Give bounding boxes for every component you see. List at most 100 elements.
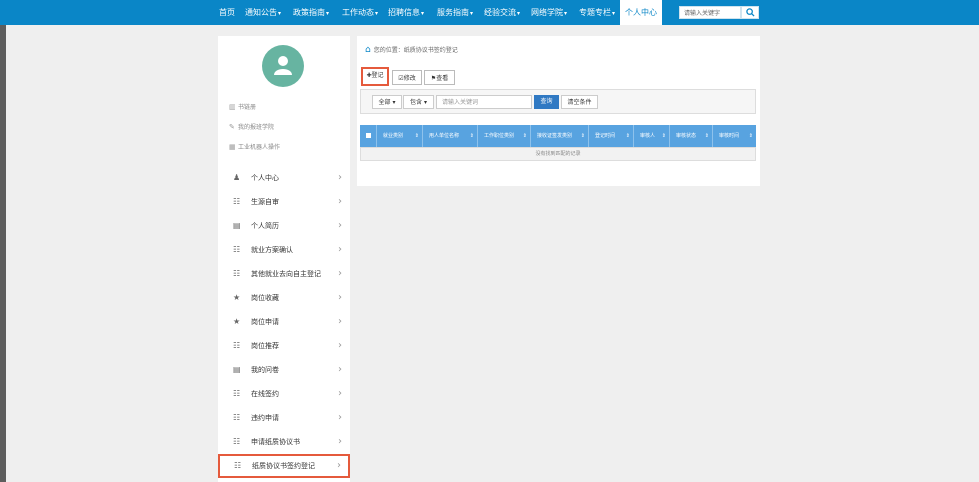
chevron-down-icon: ▾ [564,10,568,17]
sort-icon: ⇕ [661,133,666,139]
column-header[interactable]: 用人单位名称 ⇕ [423,125,478,147]
nav-work-news[interactable]: 工作动态▾ [342,0,378,25]
star-icon: ★ [233,317,241,326]
chevron-right-icon: › [338,436,342,447]
chevron-down-icon: ▾ [326,10,330,17]
sort-icon: ⇕ [522,133,527,139]
star-icon: ★ [233,293,241,302]
person-icon: ♟ [233,173,241,182]
table-header: 就业类别 ⇕ 用人单位名称 ⇕ 工作职位类别 ⇕ 接收证签发类别 ⇕ 登记时间 ⇕ 审核人… [360,125,756,147]
clear-filters-button[interactable]: 清空条件 [561,95,598,109]
column-header[interactable]: 就业类别 ⇕ [377,125,423,147]
register-button[interactable]: ✚登记 [361,67,389,86]
sort-icon: ⇕ [748,133,753,139]
list-icon: ☷ [233,245,241,254]
chevron-right-icon: › [338,388,342,399]
sidebar: ▥ 书链册 ✎ 我的报班学院 ▦ 工业机器人操作 ♟ 个人中心 › ☷ 生源自审 › ▤ 个人简… [218,36,350,482]
nav-notices[interactable]: 通知公告▾ [245,0,281,25]
list-icon: ☷ [233,197,241,206]
nav-home[interactable]: 首页 [219,0,235,25]
search-input[interactable]: 请输入关键字 [679,6,741,19]
chevron-down-icon: ▾ [421,10,425,17]
sidebar-item-other-register[interactable]: ☷ 其他就业去向自主登记 › [229,265,349,283]
quick-link-2[interactable]: ✎ 我的报班学院 [229,122,274,131]
nav-personal-center[interactable]: 个人中心 [620,0,662,25]
chevron-right-icon: › [338,412,342,423]
sidebar-item-personal-center[interactable]: ♟ 个人中心 › [229,169,349,187]
chevron-right-icon: › [338,292,342,303]
column-header[interactable]: 登记时间 ⇕ [589,125,634,147]
sort-icon: ⇕ [580,133,585,139]
view-button[interactable]: ⚑查看 [424,70,455,85]
chevron-down-icon: ▾ [423,99,427,106]
select-all-checkbox[interactable] [366,133,371,138]
chevron-right-icon: › [338,340,342,351]
chevron-right-icon: › [338,268,342,279]
quick-link-1[interactable]: ▥ 书链册 [229,102,256,111]
column-header[interactable]: 审核人 ⇕ [634,125,670,147]
filter-bar: 全部 ▾ 包含 ▾ 请输入关键词 查询 清空条件 [360,89,756,114]
quick-link-3[interactable]: ▦ 工业机器人操作 [229,142,280,151]
select-all-header [360,125,377,147]
chevron-down-icon: ▾ [470,10,474,17]
doc-icon: ▤ [233,221,241,230]
window-edge [0,25,6,482]
category-select[interactable]: 全部 ▾ [372,95,402,109]
avatar[interactable] [262,45,304,87]
sidebar-item-source-review[interactable]: ☷ 生源自审 › [229,193,349,211]
nav-experience[interactable]: 经验交流▾ [484,0,520,25]
list-icon: ☷ [233,389,241,398]
breadcrumb: ⌂ 您的位置：纸质协议书签约登记 [365,45,458,55]
sidebar-item-resume[interactable]: ▤ 个人简历 › [229,217,349,235]
nav-academy[interactable]: 网络学院▾ [531,0,567,25]
query-button[interactable]: 查询 [534,95,559,109]
graduation-cap-icon: ✎ [229,123,235,131]
nav-topics[interactable]: 专题专栏▾ [579,0,615,25]
match-type-select[interactable]: 包含 ▾ [403,95,434,109]
sidebar-item-paper-apply[interactable]: ☷ 申请纸质协议书 › [229,433,349,451]
list-icon: ☷ [233,341,241,350]
sidebar-item-job-recommend[interactable]: ☷ 岗位推荐 › [229,337,349,355]
chevron-down-icon: ▾ [375,10,379,17]
list-icon: ☷ [233,413,241,422]
sort-icon: ⇕ [625,133,630,139]
list-icon: ☷ [233,437,241,446]
chart-icon: ▦ [229,143,236,151]
column-header[interactable]: 审核状态 ⇕ [670,125,713,147]
sidebar-item-job-favorites[interactable]: ★ 岗位收藏 › [229,289,349,307]
chevron-right-icon: › [338,172,342,183]
search-button[interactable] [741,6,759,19]
sort-icon: ⇕ [414,133,419,139]
chevron-down-icon: ▾ [392,99,396,106]
sidebar-item-online-sign[interactable]: ☷ 在线签约 › [229,385,349,403]
doc-icon: ▤ [233,365,241,374]
chevron-right-icon: › [337,460,341,471]
chevron-right-icon: › [338,364,342,375]
chevron-down-icon: ▾ [517,10,521,17]
nav-recruitment[interactable]: 招聘信息▾ [388,0,424,25]
sidebar-item-paper-register[interactable]: ☷ 纸质协议书签约登记 › [218,454,350,478]
edit-button[interactable]: ☑修改 [392,70,422,85]
sort-icon: ⇕ [704,133,709,139]
column-header[interactable]: 审核时间 ⇕ [713,125,756,147]
home-icon: ⌂ [365,45,371,55]
sidebar-item-breach-apply[interactable]: ☷ 违约申请 › [229,409,349,427]
column-header[interactable]: 工作职位类别 ⇕ [478,125,531,147]
sidebar-item-questionnaire[interactable]: ▤ 我的问卷 › [229,361,349,379]
sidebar-item-plan-confirm[interactable]: ☷ 就业方案确认 › [229,241,349,259]
table-empty-row: 没有找到匹配的记录 [360,147,756,161]
sidebar-item-job-apply[interactable]: ★ 岗位申请 › [229,313,349,331]
top-navigation: 首页 通知公告▾ 政策指南▾ 工作动态▾ 招聘信息▾ 服务指南▾ 经验交流▾ 网… [0,0,979,25]
keyword-input[interactable]: 请输入关键词 [436,95,532,109]
chevron-down-icon: ▾ [612,10,616,17]
chevron-down-icon: ▾ [278,10,282,17]
nav-policy[interactable]: 政策指南▾ [293,0,329,25]
nav-service[interactable]: 服务指南▾ [437,0,473,25]
chevron-right-icon: › [338,244,342,255]
user-icon [274,56,292,75]
list-icon: ☷ [233,269,241,278]
list-icon: ☷ [234,461,242,470]
column-header[interactable]: 接收证签发类别 ⇕ [531,125,589,147]
chevron-right-icon: › [338,196,342,207]
chevron-right-icon: › [338,316,342,327]
